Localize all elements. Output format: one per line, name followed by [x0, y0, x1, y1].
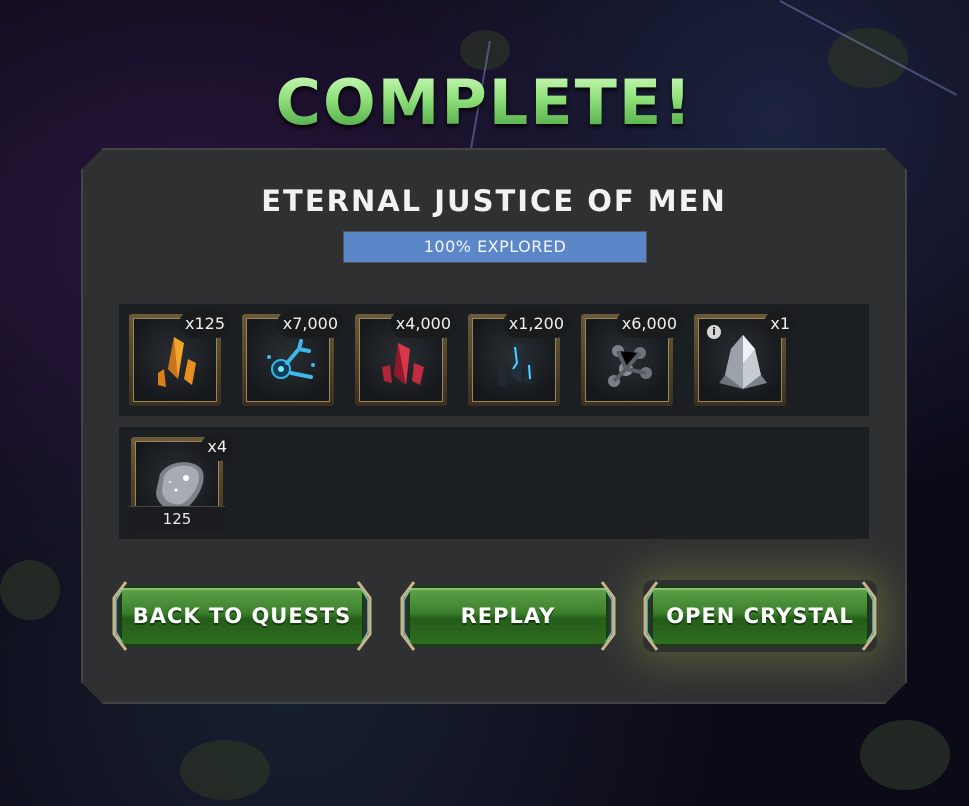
map-node [860, 720, 950, 790]
button-bracket-left-icon [643, 580, 659, 652]
button-bracket-right-icon [861, 580, 877, 652]
open-crystal-button[interactable]: OPEN CRYSTAL [643, 580, 877, 652]
results-panel: ETERNAL JUSTICE OF MEN 100% EXPLORED x12… [81, 148, 907, 704]
reward-count-badge: x6,000 [616, 310, 683, 338]
reward-count-badge: x7,000 [277, 310, 344, 338]
open-crystal-label: OPEN CRYSTAL [666, 604, 854, 628]
reward-count-badge: x125 [179, 310, 231, 338]
reward-item[interactable]: x4,000 [355, 314, 447, 406]
blue-catalyst-icon [257, 329, 325, 397]
button-bracket-right-icon [356, 580, 372, 652]
button-bracket-right-icon [600, 580, 616, 652]
progress-label: 100% EXPLORED [423, 237, 567, 256]
replay-label: REPLAY [460, 604, 556, 628]
reward-item[interactable]: x6,000 [581, 314, 673, 406]
map-node [180, 740, 270, 800]
reward-count-badge: x1,200 [503, 310, 570, 338]
reward-item[interactable]: x1,200 [468, 314, 560, 406]
complete-title: COMPLETE! [0, 66, 969, 139]
back-to-quests-button[interactable]: BACK TO QUESTS [112, 580, 372, 652]
crystal-icon [709, 329, 777, 397]
fragment-quantity-label: 125 [129, 506, 225, 531]
gray-catalyst-icon [596, 329, 664, 397]
quest-name: ETERNAL JUSTICE OF MEN [261, 184, 727, 218]
exploration-progress-bar: 100% EXPLORED [343, 231, 647, 263]
cyan-shard-icon [483, 329, 551, 397]
reward-row: x125 x7,000 x4,000 x1,200 x6,000 i x1 [119, 304, 869, 416]
replay-button[interactable]: REPLAY [400, 580, 616, 652]
reward-row: x4 125 [119, 427, 869, 539]
reward-item[interactable]: x125 [129, 314, 221, 406]
back-to-quests-label: BACK TO QUESTS [132, 604, 352, 628]
gold-shard-icon [144, 329, 212, 397]
map-node [0, 560, 60, 620]
button-bracket-left-icon [400, 580, 416, 652]
reward-count-badge: x4,000 [390, 310, 457, 338]
red-shard-icon [370, 329, 438, 397]
reward-item[interactable]: i x1 [694, 314, 786, 406]
reward-item[interactable]: x7,000 [242, 314, 334, 406]
reward-count-badge: x4 [201, 433, 233, 461]
reward-count-badge: x1 [764, 310, 796, 338]
reward-item[interactable]: x4 125 [131, 437, 223, 529]
button-bracket-left-icon [112, 580, 128, 652]
